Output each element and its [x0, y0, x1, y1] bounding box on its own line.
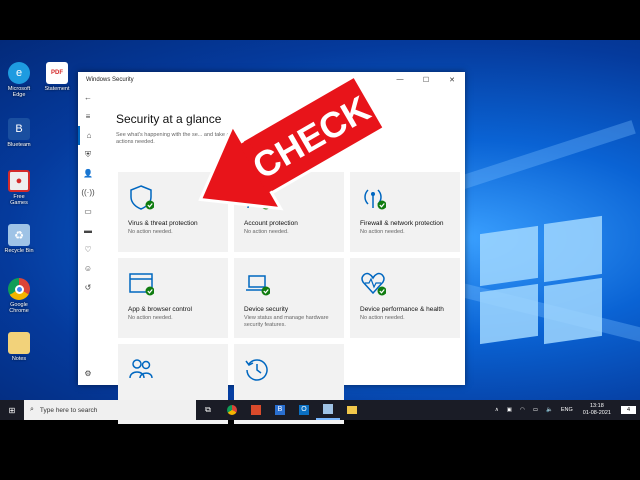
tile-status: No action needed. [360, 229, 405, 235]
taskbar: ⊞ ⌕ Type here to search ⧉ B O ∧ ▣ ◠ ▭ 🔈 … [0, 400, 640, 420]
screen-recorder-icon: ● [8, 170, 30, 192]
desktop-icon-edge[interactable]: e Microsoft Edge [4, 62, 34, 98]
back-arrow-icon[interactable]: ← [78, 88, 98, 107]
taskbar-search[interactable]: ⌕ Type here to search [24, 400, 196, 420]
tray-app-icon[interactable]: ▣ [507, 407, 512, 413]
wifi-icon[interactable]: ◠ [520, 407, 525, 413]
task-view-icon[interactable]: ⧉ [196, 400, 220, 420]
clock[interactable]: 13:18 01-08-2021 [583, 403, 611, 417]
desktop-icon-free-games[interactable]: ● Free Games [4, 170, 34, 206]
notification-center-icon[interactable]: 4 [620, 406, 636, 414]
tile-4[interactable]: App & browser control No action needed. [118, 258, 228, 338]
antenna-nav-icon[interactable]: ((·)) [78, 183, 98, 202]
shield-icon [130, 185, 154, 210]
pdf-icon: PDF [46, 62, 68, 84]
clock-date: 01-08-2021 [582, 410, 611, 416]
taskbar-b-app-icon[interactable]: B [268, 400, 292, 420]
tile-title: Device security [244, 306, 289, 313]
tile-status: No action needed. [360, 315, 405, 321]
window-title: Windows Security [86, 77, 134, 83]
battery-icon[interactable]: ▭ [533, 407, 538, 413]
close-button[interactable]: ✕ [439, 76, 465, 84]
system-tray: ∧ ▣ ◠ ▭ 🔈 ENG 13:18 01-08-2021 4 [491, 403, 640, 417]
hamburger-menu-icon[interactable]: ≡ [78, 107, 98, 126]
search-icon: ⌕ [30, 406, 34, 413]
tile-status: No action needed. [128, 315, 173, 321]
chrome-icon [8, 278, 30, 300]
taskbar-chrome-icon[interactable] [220, 400, 244, 420]
edge-icon: e [8, 62, 30, 84]
person-nav-icon[interactable]: 👤 [78, 164, 98, 183]
desktop-icon-statement[interactable]: PDF Statement [42, 62, 72, 92]
volume-icon[interactable]: 🔈 [546, 407, 553, 413]
taskbar-outlook-icon[interactable]: O [292, 400, 316, 420]
desktop-icon-blueteam[interactable]: B Blueteam [4, 118, 34, 148]
language-indicator[interactable]: ENG [561, 407, 573, 413]
tile-title: Device performance & health [360, 306, 444, 313]
laptop-icon [246, 275, 270, 296]
clock-time: 13:18 [589, 403, 604, 409]
tile-status: View status and manage hardware security… [244, 315, 329, 328]
windows-logo [470, 210, 610, 350]
folder-icon [8, 332, 30, 354]
settings-gear-icon[interactable]: ⚙ [78, 364, 98, 383]
check-arrow-overlay: CHECK [198, 73, 387, 211]
history-nav-icon[interactable]: ↺ [78, 278, 98, 297]
taskbar-red-app-icon[interactable] [244, 400, 268, 420]
minimize-button[interactable]: — [387, 76, 413, 84]
tile-status: No action needed. [128, 229, 173, 235]
tile-5[interactable]: Device security View status and manage ha… [234, 258, 344, 338]
family-nav-icon[interactable]: ☺ [78, 259, 98, 278]
recycle-bin-icon: ♻ [8, 224, 30, 246]
tile-title: App & browser control [128, 306, 192, 313]
search-placeholder: Type here to search [39, 406, 98, 414]
family-icon [129, 359, 153, 379]
shield-nav-icon[interactable]: ⛨ [78, 145, 98, 164]
desktop-icon-notes[interactable]: Notes [4, 332, 34, 362]
taskbar-explorer-icon[interactable] [340, 400, 364, 420]
desktop-icon-chrome[interactable]: Google Chrome [4, 278, 34, 314]
desktop-icon-recycle-bin[interactable]: ♻ Recycle Bin [4, 224, 34, 254]
history-icon [245, 359, 268, 381]
browser-nav-icon[interactable]: ▭ [78, 202, 98, 221]
heart-pulse-icon [361, 272, 386, 296]
taskbar-security-icon[interactable] [316, 400, 340, 420]
tray-chevron-icon[interactable]: ∧ [495, 407, 499, 413]
tile-status: No action needed. [244, 229, 289, 235]
start-button[interactable]: ⊞ [0, 400, 24, 420]
tile-6[interactable]: Device performance & health No action nee… [350, 258, 460, 338]
sidebar: ← ≡ ⌂ ⛨ 👤 ((·)) ▭ ▬ ♡ ☺ ↺ ⚙ [78, 88, 98, 385]
laptop-nav-icon[interactable]: ▬ [78, 221, 98, 240]
b-app-icon: B [8, 118, 30, 140]
maximize-button[interactable]: ☐ [413, 76, 439, 84]
browser-window-icon [129, 273, 154, 296]
home-icon[interactable]: ⌂ [78, 126, 98, 145]
screen: e Microsoft Edge B Blueteam ● Free Games… [0, 0, 640, 480]
heart-nav-icon[interactable]: ♡ [78, 240, 98, 259]
